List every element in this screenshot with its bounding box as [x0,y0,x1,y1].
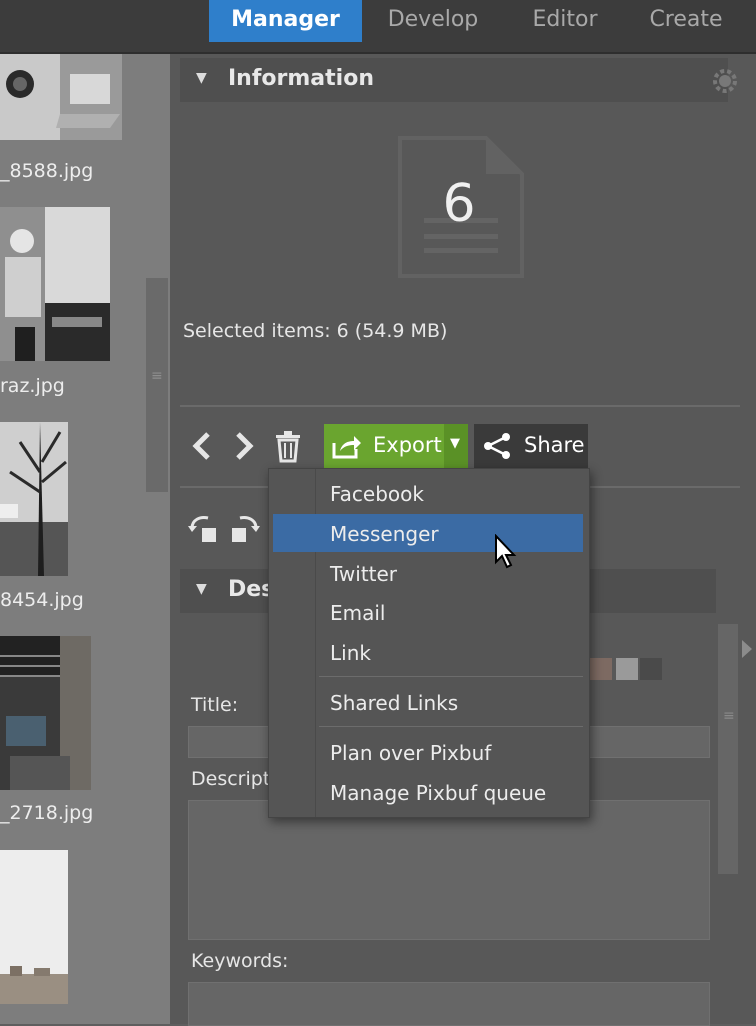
gear-icon[interactable] [712,68,738,94]
share-icon [484,433,510,459]
menu-item-label: Twitter [330,562,398,586]
thumbnail-4[interactable] [0,636,91,790]
information-section-header[interactable]: ▼ Information [180,58,737,102]
keywords-input[interactable] [188,982,710,1026]
thumbnail-1[interactable] [0,54,122,140]
menu-item-twitter[interactable]: Twitter [273,554,583,592]
tab-editor[interactable]: Editor [512,0,618,42]
menu-item-link[interactable]: Link [273,633,583,671]
share-label: Share [524,433,585,457]
color-swatch-gray[interactable] [616,658,638,680]
share-button[interactable]: Share [474,424,588,468]
scrollbar-grip-icon: ≡ [723,708,735,724]
menu-item-shared-links[interactable]: Shared Links [273,683,583,721]
chevron-down-icon: ▼ [450,436,460,451]
thumbnail-1-filename: _8588.jpg [0,160,94,182]
share-dropdown-menu: Facebook Messenger Twitter Email Link Sh… [268,468,590,818]
menu-item-label: Email [330,601,386,625]
rotate-right-icon[interactable] [226,512,260,544]
expand-right-panel-icon[interactable] [742,640,752,658]
export-label: Export [373,433,442,457]
menu-item-manage-pixbuf-queue[interactable]: Manage Pixbuf queue [273,773,583,811]
selected-count: 6 [442,174,476,234]
description-label: Descript [191,768,271,790]
menu-item-messenger[interactable]: Messenger [273,514,583,552]
rotate-left-icon[interactable] [188,512,222,544]
thumbnail-2-filename: raz.jpg [0,375,65,397]
export-dropdown-button[interactable]: ▼ [444,424,468,468]
menu-item-facebook[interactable]: Facebook [273,474,583,512]
filmstrip: _8588.jpg raz.jpg 8454.jpg _2718.jpg ≡ [0,54,170,1024]
menu-item-label: Facebook [330,482,424,506]
thumbnail-3-filename: 8454.jpg [0,589,84,611]
menu-item-label: Messenger [330,522,439,546]
menu-item-label: Manage Pixbuf queue [330,781,547,805]
color-swatch-dark[interactable] [640,658,662,680]
thumbnail-4-filename: _2718.jpg [0,802,94,824]
menu-item-label: Link [330,641,371,665]
menu-item-label: Shared Links [330,691,459,715]
tab-manager[interactable]: Manager [209,0,362,42]
menu-separator [319,726,583,727]
export-icon [332,436,361,459]
splitter-grip-icon: ≡ [151,368,163,384]
menu-item-label: Plan over Pixbuf [330,741,492,765]
divider [180,405,740,407]
menu-item-email[interactable]: Email [273,593,583,631]
description-textarea[interactable] [188,800,710,940]
keywords-label: Keywords: [191,950,289,972]
filmstrip-splitter[interactable] [146,278,168,492]
thumbnail-3[interactable] [0,422,68,576]
collapse-triangle-icon: ▼ [196,581,207,597]
export-button[interactable]: Export [324,424,444,468]
thumbnail-2[interactable] [0,207,110,361]
top-nav-bar: Manager Develop Editor Create [0,0,756,54]
trash-icon[interactable] [272,428,304,464]
tab-develop[interactable]: Develop [370,0,496,42]
selected-items-text: Selected items: 6 (54.9 MB) [183,320,448,342]
mouse-cursor-icon [495,534,517,569]
menu-separator [319,676,583,677]
panel-scrollbar[interactable] [718,624,738,874]
thumbnail-5[interactable] [0,850,68,1004]
color-swatch-brown[interactable] [590,658,612,680]
next-arrow-icon[interactable] [228,428,260,464]
collapse-triangle-icon: ▼ [196,70,207,86]
menu-item-plan-over-pixbuf[interactable]: Plan over Pixbuf [273,733,583,771]
information-title: Information [228,66,374,91]
title-label: Title: [191,694,239,716]
previous-arrow-icon[interactable] [186,428,218,464]
tab-create[interactable]: Create [636,0,736,42]
